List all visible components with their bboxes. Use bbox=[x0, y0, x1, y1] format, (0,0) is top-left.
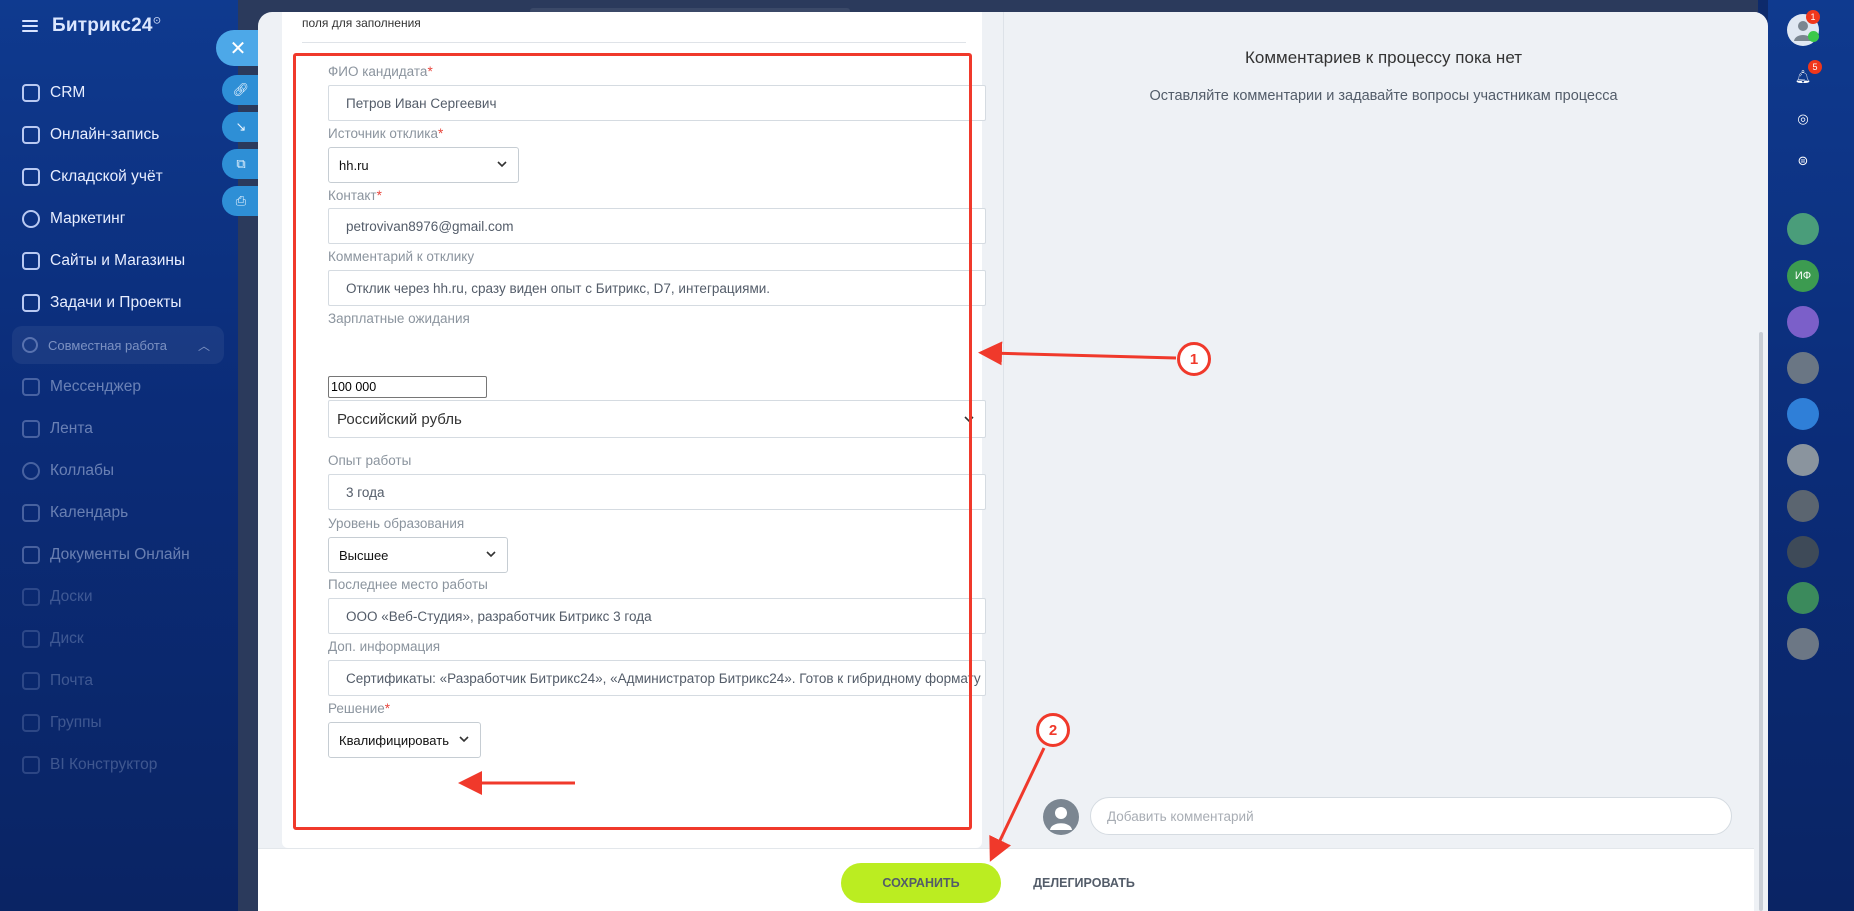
calendar-icon bbox=[22, 504, 40, 522]
panel-divider bbox=[1003, 12, 1004, 848]
document-icon bbox=[22, 546, 40, 564]
nav-item-sites[interactable]: Сайты и Магазины bbox=[0, 240, 238, 282]
mail-icon bbox=[22, 672, 40, 690]
arrow-down-right-icon: ↘ bbox=[235, 119, 247, 134]
scrollbar[interactable] bbox=[1759, 332, 1763, 911]
nav-group-collaboration[interactable]: Совместная работа ︿ bbox=[12, 326, 224, 364]
cart-icon bbox=[22, 252, 40, 270]
nav-list: CRM Онлайн-запись Складской учёт Маркети… bbox=[0, 72, 238, 786]
comment-input[interactable]: Добавить комментарий bbox=[1090, 797, 1732, 835]
user-avatar-icon bbox=[1043, 799, 1079, 835]
copy-link-button[interactable]: 🔗︎ bbox=[222, 75, 260, 105]
chat-avatar-3[interactable] bbox=[1787, 352, 1819, 384]
messenger-icon bbox=[22, 378, 40, 396]
brand: Битрикс24⊙ bbox=[22, 14, 161, 38]
chat-search-icon: ⊜ bbox=[1797, 153, 1809, 168]
chat-avatar-5[interactable] bbox=[1787, 490, 1819, 522]
nav-item-groups[interactable]: Группы bbox=[0, 702, 238, 744]
crm-icon bbox=[22, 84, 40, 102]
save-button[interactable]: Сохранить bbox=[841, 863, 1001, 903]
disk-icon bbox=[22, 630, 40, 648]
calendar-booking-icon bbox=[22, 126, 40, 144]
profile-badge: 1 bbox=[1806, 10, 1820, 24]
collaboration-icon bbox=[22, 337, 38, 353]
bookmark-chat-icon[interactable] bbox=[1787, 398, 1819, 430]
feed-icon bbox=[22, 420, 40, 438]
annotation-highlight-box bbox=[293, 53, 972, 830]
notifications-badge: 5 bbox=[1808, 60, 1822, 74]
collabs-icon bbox=[22, 462, 40, 480]
minimize-button[interactable]: ↘ bbox=[222, 112, 260, 142]
nav-item-disk[interactable]: Диск bbox=[0, 618, 238, 660]
chevron-up-icon: ︿ bbox=[197, 338, 210, 353]
chat-avatar-1[interactable] bbox=[1787, 213, 1819, 245]
search-chat-button[interactable]: ⊜ bbox=[1787, 145, 1819, 177]
comments-empty-subtitle: Оставляйте комментарии и задавайте вопро… bbox=[1149, 88, 1618, 104]
link-icon: 🔗︎ bbox=[232, 82, 250, 97]
external-link-icon: ⧉ bbox=[236, 156, 246, 171]
nav-item-boards[interactable]: Доски bbox=[0, 576, 238, 618]
warehouse-icon bbox=[22, 168, 40, 186]
groups-icon bbox=[22, 714, 40, 732]
chat-avatar-8[interactable] bbox=[1787, 628, 1819, 660]
brand-logo[interactable]: Битрикс24⊙ bbox=[52, 15, 161, 37]
nav-item-marketing[interactable]: Маркетинг bbox=[0, 198, 238, 240]
annotation-marker-1: 1 bbox=[1177, 342, 1211, 376]
spiral-icon: ◎ bbox=[1797, 111, 1809, 126]
nav-item-booking[interactable]: Онлайн-запись bbox=[0, 114, 238, 156]
chat-avatar-2[interactable] bbox=[1787, 306, 1819, 338]
nav-item-warehouse[interactable]: Складской учёт bbox=[0, 156, 238, 198]
nav-item-mail[interactable]: Почта bbox=[0, 660, 238, 702]
delegate-button[interactable]: Делегировать bbox=[1024, 863, 1144, 903]
comments-empty-title: Комментариев к процессу пока нет bbox=[1245, 48, 1522, 67]
chat-avatar-6[interactable] bbox=[1787, 536, 1819, 568]
comments-panel: Комментариев к процессу пока нет Оставля… bbox=[1007, 12, 1760, 848]
board-icon bbox=[22, 588, 40, 606]
nav-item-feed[interactable]: Лента bbox=[0, 408, 238, 450]
bi-chart-icon bbox=[22, 756, 40, 774]
nav-item-collabs[interactable]: Коллабы bbox=[0, 450, 238, 492]
nav-item-bi[interactable]: BI Конструктор bbox=[0, 744, 238, 786]
menu-burger-icon[interactable] bbox=[22, 20, 38, 32]
nav-item-messenger[interactable]: Мессенджер bbox=[0, 366, 238, 408]
marketing-icon bbox=[22, 210, 40, 228]
nav-item-tasks[interactable]: Задачи и Проекты bbox=[0, 282, 238, 324]
nav-item-documents[interactable]: Документы Онлайн bbox=[0, 534, 238, 576]
chat-avatar-if[interactable]: ИФ bbox=[1787, 260, 1819, 292]
checkbox-icon bbox=[22, 294, 40, 312]
annotation-marker-2: 2 bbox=[1036, 713, 1070, 747]
print-button[interactable]: ⎙ bbox=[222, 186, 260, 216]
section-divider bbox=[302, 42, 966, 43]
chat-avatar-4[interactable] bbox=[1787, 444, 1819, 476]
online-status-icon bbox=[1808, 31, 1819, 42]
close-icon: ✕ bbox=[229, 37, 247, 60]
chat-avatar-7[interactable] bbox=[1787, 582, 1819, 614]
open-new-window-button[interactable]: ⧉ bbox=[222, 149, 260, 179]
footer-bar: Сохранить Делегировать bbox=[258, 848, 1754, 911]
copilot-button[interactable]: ◎ bbox=[1787, 103, 1819, 135]
nav-item-crm[interactable]: CRM bbox=[0, 72, 238, 114]
nav-item-calendar[interactable]: Календарь bbox=[0, 492, 238, 534]
close-slider-button[interactable]: ✕ bbox=[216, 30, 260, 66]
print-icon: ⎙ bbox=[235, 193, 247, 208]
left-navigation: Битрикс24⊙ CRM Онлайн-запись Складской у… bbox=[0, 0, 238, 911]
section-title: поля для заполнения bbox=[302, 16, 421, 30]
